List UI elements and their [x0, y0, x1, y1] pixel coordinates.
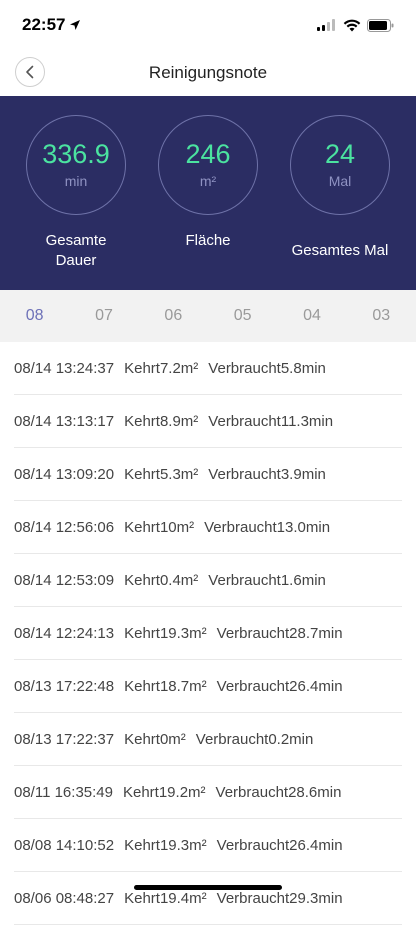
record-duration: Verbraucht5.8min — [208, 359, 326, 377]
location-arrow-icon — [70, 20, 81, 30]
record-duration: Verbraucht26.4min — [216, 836, 343, 854]
stat-label: Gesamtes Mal — [291, 242, 389, 259]
nav-bar: Reinigungsnote — [0, 50, 416, 96]
list-item[interactable]: 08/14 13:13:17 Kehrt8.9m² Verbraucht11.3mi… — [14, 395, 402, 448]
status-time-text: 22:57 — [22, 15, 66, 34]
record-datetime: 08/13 17:22:37 — [14, 730, 115, 748]
stat-label: Gesamte Dauer — [45, 232, 107, 269]
stat-unit: m² — [199, 173, 217, 189]
wifi-icon — [343, 19, 361, 31]
list-item[interactable]: 08/08 14:10:52 Kehrt19.3m² Verbraucht26.4m… — [14, 819, 402, 872]
record-area: Kehrt0m² — [124, 730, 186, 748]
record-area: Kehrt18.7m² — [124, 677, 207, 695]
stat-value: 24 — [324, 139, 356, 169]
tab-month-08[interactable]: 08 — [0, 290, 69, 342]
stat-value: 246 — [185, 139, 231, 169]
cellular-signal-icon — [317, 19, 335, 31]
record-duration: Verbraucht3.9min — [208, 465, 326, 483]
record-datetime: 08/14 13:09:20 — [14, 465, 115, 483]
record-datetime: 08/06 08:48:27 — [14, 889, 115, 907]
status-icons — [317, 18, 394, 32]
list-item[interactable]: 08/11 16:35:49 Kehrt19.2m² Verbraucht28.6m… — [14, 766, 402, 819]
list-item[interactable]: 08/14 13:09:20 Kehrt5.3m² Verbraucht3.9min — [14, 448, 402, 501]
record-duration: Verbraucht1.6min — [208, 571, 326, 589]
record-duration: Verbraucht28.6min — [215, 783, 342, 801]
battery-icon — [367, 18, 394, 32]
record-datetime: 08/14 12:24:13 — [14, 624, 115, 642]
stat-circle: 24 Mal — [290, 115, 390, 215]
record-area: Kehrt0.4m² — [124, 571, 199, 589]
record-area: Kehrt8.9m² — [124, 412, 199, 430]
record-area: Kehrt19.2m² — [122, 783, 206, 801]
list-item[interactable]: 08/13 17:22:37 Kehrt0m² Verbraucht0.2min — [14, 713, 402, 766]
stat-circle: 246 m² — [158, 115, 258, 215]
record-area: Kehrt19.4m² — [124, 889, 207, 907]
list-item[interactable]: 08/14 12:56:06 Kehrt10m² Verbraucht13.0min — [14, 501, 402, 554]
stat-total-duration: 336.9 min Gesamte Dauer — [16, 96, 136, 290]
record-duration: Verbraucht0.2min — [195, 730, 314, 748]
list-item[interactable]: 08/14 12:24:13 Kehrt19.3m² Verbraucht28.7m… — [14, 607, 402, 660]
stat-total-count: 24 Mal Gesamtes Mal — [280, 96, 400, 290]
record-datetime: 08/11 16:35:49 — [14, 783, 113, 801]
tab-month-03[interactable]: 03 — [347, 290, 416, 342]
list-item[interactable]: 08/14 12:53:09 Kehrt0.4m² Verbraucht1.6min — [14, 554, 402, 607]
record-area: Kehrt19.3m² — [124, 836, 207, 854]
record-area: Kehrt7.2m² — [124, 359, 199, 377]
record-datetime: 08/14 13:24:37 — [14, 359, 115, 377]
record-datetime: 08/08 14:10:52 — [14, 836, 115, 854]
home-indicator[interactable] — [134, 885, 282, 890]
record-duration: Verbraucht13.0min — [204, 518, 331, 536]
tab-month-06[interactable]: 06 — [139, 290, 208, 342]
list-item[interactable]: 08/14 13:24:37 Kehrt7.2m² Verbraucht5.8min — [14, 342, 402, 395]
record-area: Kehrt19.3m² — [124, 624, 207, 642]
record-duration: Verbraucht26.4min — [216, 677, 343, 695]
tab-month-07[interactable]: 07 — [69, 290, 138, 342]
status-bar: 22:57 — [0, 0, 416, 50]
stat-unit: min — [64, 173, 88, 189]
record-datetime: 08/14 13:13:17 — [14, 412, 115, 430]
record-area: Kehrt5.3m² — [124, 465, 199, 483]
stat-label: Fläche — [185, 232, 231, 249]
tab-month-05[interactable]: 05 — [208, 290, 277, 342]
tab-month-04[interactable]: 04 — [277, 290, 346, 342]
stat-area: 246 m² Fläche — [148, 96, 268, 290]
status-time: 22:57 — [22, 15, 81, 35]
page-title: Reinigungsnote — [148, 63, 268, 82]
month-tabs: 08 07 06 05 04 03 — [0, 290, 416, 342]
record-duration: Verbraucht28.7min — [216, 624, 343, 642]
record-area: Kehrt10m² — [124, 518, 195, 536]
record-datetime: 08/13 17:22:48 — [14, 677, 115, 695]
stat-unit: Mal — [328, 173, 352, 189]
record-duration: Verbraucht29.3min — [216, 889, 343, 907]
back-button[interactable] — [15, 57, 45, 87]
record-datetime: 08/14 12:56:06 — [14, 518, 115, 536]
record-duration: Verbraucht11.3min — [208, 412, 334, 430]
list-item[interactable]: 08/13 17:22:48 Kehrt18.7m² Verbraucht26.4m… — [14, 660, 402, 713]
stat-value: 336.9 — [42, 139, 110, 169]
cleaning-records-list: 08/14 13:24:37 Kehrt7.2m² Verbraucht5.8min… — [0, 342, 416, 925]
record-datetime: 08/14 12:53:09 — [14, 571, 115, 589]
chevron-left-icon — [26, 65, 34, 79]
summary-panel: 336.9 min Gesamte Dauer 246 m² Fläche 24… — [0, 96, 416, 290]
stat-circle: 336.9 min — [26, 115, 126, 215]
list-item[interactable]: 08/06 08:48:27 Kehrt19.4m² Verbraucht29.3m… — [14, 872, 402, 925]
